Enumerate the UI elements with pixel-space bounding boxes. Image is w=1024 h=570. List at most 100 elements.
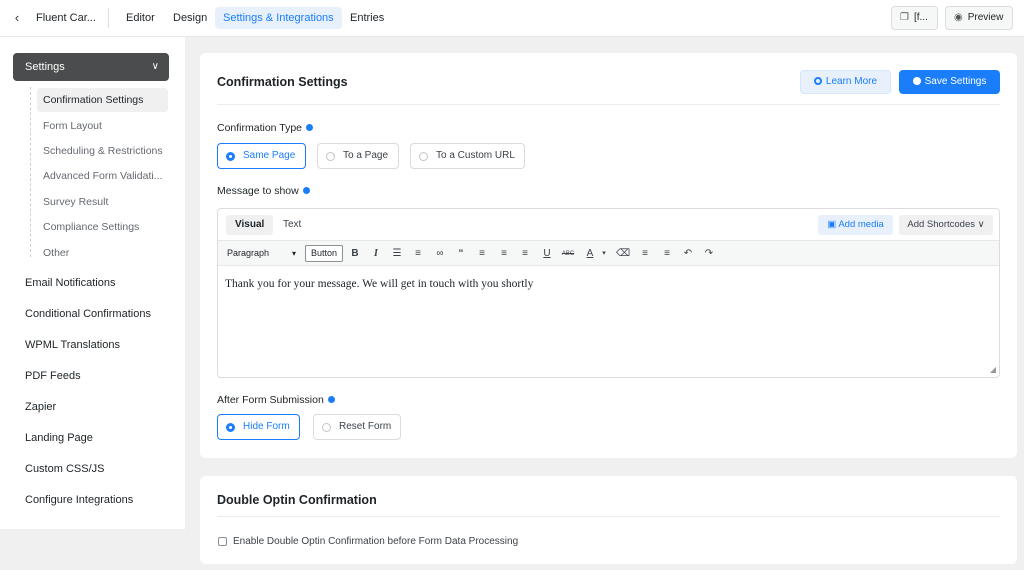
chevron-down-icon: ∨ [977,219,985,230]
tab-design[interactable]: Design [165,7,215,29]
sub-menu-guide [30,87,31,257]
insert-button-tool[interactable]: Button [305,245,343,262]
sidebar-settings-toggle[interactable]: Settings ∨ [13,53,169,81]
double-optin-panel: Double Optin Confirmation Enable Double … [200,476,1017,564]
tab-visual[interactable]: Visual [226,215,274,235]
underline-icon[interactable]: U [540,246,554,262]
radio-hide-form[interactable]: Hide Form [217,414,300,440]
message-editor: Visual Text ▣ Add media Add Shortcodes ∨… [217,208,1000,378]
align-left-icon[interactable]: ≡ [475,246,489,262]
radio-label: Reset Form [339,421,392,432]
double-optin-checkbox[interactable] [218,537,227,546]
sidebar-item-email-notifications[interactable]: Email Notifications [25,277,115,289]
resize-handle-icon[interactable]: ◢ [990,365,996,374]
sidebar-item-survey-result[interactable]: Survey Result [37,190,168,214]
blockquote-icon[interactable]: “ [454,246,468,262]
preview-button[interactable]: ◉ Preview [945,6,1013,30]
radio-label: To a Custom URL [436,150,515,161]
shortcode-label: [f... [913,12,928,23]
align-right-icon[interactable]: ≡ [518,246,532,262]
confirmation-type-text: Confirmation Type [217,122,303,134]
sidebar-item-landing-page[interactable]: Landing Page [25,432,93,444]
play-icon [813,77,822,85]
tab-text[interactable]: Text [274,215,310,235]
form-name: Fluent Car... [36,12,96,24]
undo-icon[interactable]: ↶ [681,246,695,262]
radio-indicator [226,152,235,161]
editor-toolbar: Paragraph ▾ Button B I ☰ ≡ ∞ “ ≡ ≡ ≡ U AB… [218,240,999,266]
radio-label: Same Page [243,150,296,161]
radio-reset-form[interactable]: Reset Form [313,414,401,440]
radio-same-page[interactable]: Same Page [217,143,306,169]
bold-icon[interactable]: B [348,246,362,262]
settings-label: Settings [25,61,65,73]
sidebar: Settings ∨ Confirmation Settings Form La… [0,37,185,529]
info-icon [302,187,310,194]
preview-label: Preview [967,12,1004,23]
info-icon [306,124,314,131]
page-title: Confirmation Settings [217,75,348,89]
back-button[interactable]: ‹ [10,10,24,26]
tab-entries[interactable]: Entries [342,7,392,29]
caret-down-icon[interactable]: ▾ [597,246,611,262]
radio-indicator [419,152,428,161]
text-color-icon[interactable]: A [583,246,597,262]
editor-tabs: Visual Text ▣ Add media Add Shortcodes ∨ [218,209,999,239]
add-shortcodes-dropdown[interactable]: Add Shortcodes ∨ [899,215,993,235]
radio-label: Hide Form [243,421,290,432]
eraser-icon[interactable]: ⌫ [616,246,630,262]
tab-settings-integrations[interactable]: Settings & Integrations [215,7,342,29]
format-select[interactable]: Paragraph ▾ [224,245,298,262]
tab-editor[interactable]: Editor [118,7,163,29]
sidebar-item-form-layout[interactable]: Form Layout [37,114,168,138]
radio-indicator [326,152,335,161]
sidebar-item-compliance[interactable]: Compliance Settings [37,215,168,239]
outdent-icon[interactable]: ≡ [638,246,652,262]
save-settings-button[interactable]: Save Settings [899,70,1000,94]
message-text: Message to show [217,185,299,197]
learn-more-button[interactable]: Learn More [800,70,891,94]
sidebar-item-zapier[interactable]: Zapier [25,401,56,413]
chevron-down-icon: ∨ [151,61,159,72]
italic-icon[interactable]: I [369,246,383,262]
redo-icon[interactable]: ↷ [702,246,716,262]
copy-icon: ❐ [900,12,909,23]
learn-more-label: Learn More [825,76,878,87]
confirmation-type-label: Confirmation Type [217,122,314,134]
format-select-value: Paragraph [227,248,270,258]
align-center-icon[interactable]: ≡ [497,246,511,262]
divider [217,104,1000,105]
radio-indicator [322,423,331,432]
eye-icon: ◉ [954,12,963,23]
radio-custom-url[interactable]: To a Custom URL [410,143,525,169]
add-shortcodes-label: Add Shortcodes [907,219,975,230]
sidebar-item-other[interactable]: Other [37,241,168,265]
sidebar-item-scheduling[interactable]: Scheduling & Restrictions [37,139,168,163]
sidebar-item-pdf-feeds[interactable]: PDF Feeds [25,370,81,382]
strikethrough-icon[interactable]: ABC [561,246,575,262]
sidebar-item-configure-integrations[interactable]: Configure Integrations [25,494,133,506]
double-optin-title: Double Optin Confirmation [217,493,377,507]
editor-content[interactable]: Thank you for your message. We will get … [225,278,533,290]
double-optin-checkbox-label[interactable]: Enable Double Optin Confirmation before … [233,536,518,547]
numbered-list-icon[interactable]: ≡ [411,246,425,262]
radio-indicator [226,423,235,432]
sidebar-item-confirmation-settings[interactable]: Confirmation Settings [37,88,168,112]
topbar-divider [108,8,109,28]
shortcode-button[interactable]: ❐ [f... [891,6,938,30]
after-submission-label: After Form Submission [217,394,335,406]
info-icon [327,396,335,403]
add-media-button[interactable]: ▣ Add media [818,215,893,235]
radio-to-a-page[interactable]: To a Page [317,143,399,169]
sidebar-item-custom-css-js[interactable]: Custom CSS/JS [25,463,104,475]
radio-label: To a Page [343,150,389,161]
sidebar-item-advanced-validation[interactable]: Advanced Form Validati... [37,164,168,188]
divider [217,516,1000,517]
sidebar-item-wpml[interactable]: WPML Translations [25,339,120,351]
indent-icon[interactable]: ≡ [660,246,674,262]
link-icon[interactable]: ∞ [433,246,447,262]
sidebar-item-conditional-confirmations[interactable]: Conditional Confirmations [25,308,151,320]
bullet-list-icon[interactable]: ☰ [390,246,404,262]
media-icon: ▣ [827,219,837,230]
save-settings-label: Save Settings [924,76,987,87]
